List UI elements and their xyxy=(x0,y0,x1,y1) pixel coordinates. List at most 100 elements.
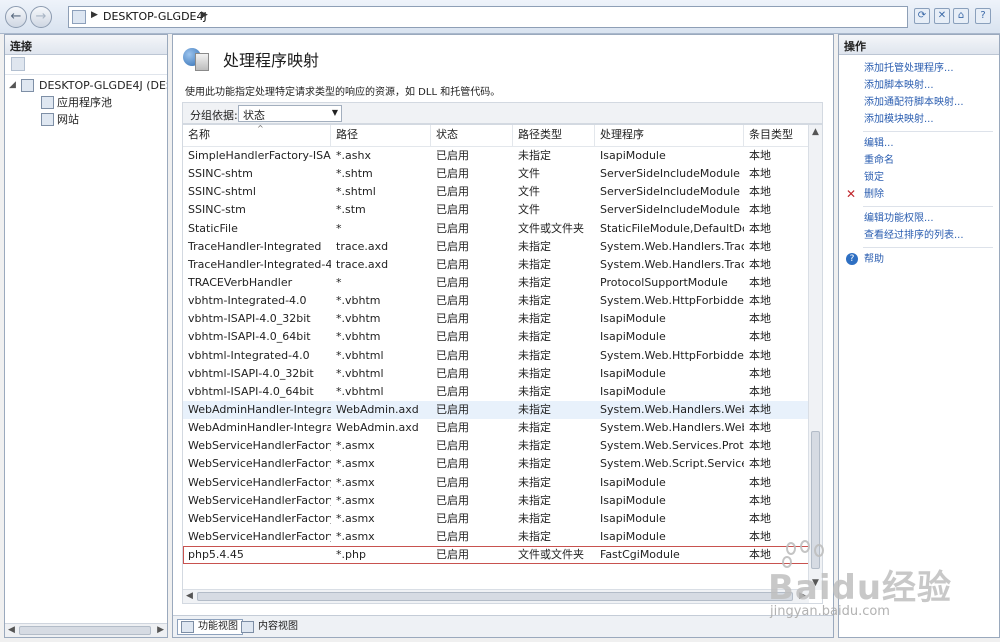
table-row[interactable]: php5.4.45 *.php 已启用 文件或文件夹 FastCgiModule 本地 xyxy=(183,546,809,565)
action-add-wildcard-script-map[interactable]: 添加通配符脚本映射... xyxy=(839,94,999,111)
table-cell: trace.axd xyxy=(336,239,389,253)
table-row[interactable]: SSINC-shtml *.shtml 已启用 文件 ServerSideInclude… xyxy=(183,183,809,201)
action-lock[interactable]: 锁定 xyxy=(839,169,999,186)
tree-item-server[interactable]: ◢ DESKTOP-GLGDE4J (DESKT xyxy=(5,77,167,94)
table-row[interactable]: WebAdminHandler-Integrat... WebAdmin.axd 已… xyxy=(183,419,809,437)
table-row[interactable]: WebServiceHandlerFactory-... *.asmx 已启用 未指定… xyxy=(183,474,809,492)
table-cell: TraceHandler-Integrated-4.0 xyxy=(188,257,331,271)
table-row[interactable]: SSINC-stm *.stm 已启用 文件 ServerSideIncludeModu… xyxy=(183,201,809,219)
table-cell: *.ashx xyxy=(336,149,371,162)
group-by-value: 状态 xyxy=(243,109,265,122)
action-edit-feature-permissions[interactable]: 编辑功能权限... xyxy=(839,210,999,227)
table-cell: 已启用 xyxy=(436,475,469,489)
table-cell: vbhtm-ISAPI-4.0_32bit xyxy=(188,312,311,326)
table-cell: *.stm xyxy=(336,203,366,217)
scroll-up-icon[interactable]: ▲ xyxy=(812,127,819,137)
action-edit[interactable]: 编辑... xyxy=(839,135,999,152)
table-row[interactable]: WebAdminHandler-Integrat... WebAdmin.axd 已… xyxy=(183,400,809,420)
table-cell: 本地 xyxy=(749,457,771,471)
table-row[interactable]: vbhtml-ISAPI-4.0_32bit *.vbhtml 已启用 未指定 Isap… xyxy=(183,365,809,383)
horizontal-scrollbar[interactable]: ◀ ▶ xyxy=(5,623,167,637)
table-row[interactable]: TraceHandler-Integrated-4.0 trace.axd 已启用 未… xyxy=(183,256,809,274)
action-delete[interactable]: ✕ 删除 xyxy=(839,186,999,203)
table-cell: 未指定 xyxy=(518,402,551,416)
refresh-icon[interactable]: ⟳ xyxy=(914,8,930,24)
column-header-handler[interactable]: 处理程序 xyxy=(595,125,744,147)
server-icon xyxy=(21,79,34,92)
table-cell: 未指定 xyxy=(518,421,551,435)
back-button[interactable]: ← xyxy=(5,6,27,28)
action-add-module-mapping[interactable]: 添加模块映射... xyxy=(839,111,999,128)
tree-item-sites[interactable]: 网站 xyxy=(5,111,167,128)
table-cell: trace.axd xyxy=(336,257,389,271)
table-cell: 已启用 xyxy=(436,348,469,362)
tree-item-label: 应用程序池 xyxy=(57,96,112,109)
breadcrumb-server[interactable]: DESKTOP-GLGDE4J xyxy=(103,10,207,23)
features-view-tab[interactable]: 功能视图 xyxy=(177,619,243,635)
actions-title: 操作 xyxy=(839,35,999,55)
home-icon[interactable]: ⌂ xyxy=(953,8,969,24)
table-cell: System.Web.Handlers.Web... xyxy=(600,421,744,435)
table-row[interactable]: vbhtm-Integrated-4.0 *.vbhtm 已启用 未指定 System.… xyxy=(183,292,809,310)
table-row[interactable]: StaticFile * 已启用 文件或文件夹 StaticFileModule,Def… xyxy=(183,220,809,238)
scroll-right-icon[interactable]: ▶ xyxy=(157,625,164,635)
table-row[interactable]: SimpleHandlerFactory-ISAP... *.ashx 已启用 未指定… xyxy=(183,147,809,165)
column-header-entry-type[interactable]: 条目类型 xyxy=(744,125,809,147)
content-view-tab[interactable]: 内容视图 xyxy=(237,619,303,635)
table-row[interactable]: WebServiceHandlerFactory-... *.asmx 已启用 未指定… xyxy=(183,437,809,455)
table-cell: IsapiModule xyxy=(600,312,666,326)
table-row[interactable]: TRACEVerbHandler * 已启用 未指定 ProtocolSupportMo… xyxy=(183,274,809,292)
column-header-path-type[interactable]: 路径类型 xyxy=(513,125,595,147)
action-add-script-map[interactable]: 添加脚本映射... xyxy=(839,77,999,94)
action-rename[interactable]: 重命名 xyxy=(839,152,999,169)
column-header-state[interactable]: 状态 xyxy=(431,125,513,147)
scroll-thumb[interactable] xyxy=(197,592,793,601)
forward-button[interactable]: → xyxy=(30,6,52,28)
table-cell: 文件 xyxy=(518,203,540,217)
address-bar[interactable]: ▶ DESKTOP-GLGDE4J ▶ xyxy=(68,6,908,28)
scroll-left-icon[interactable]: ◀ xyxy=(8,625,15,635)
table-row[interactable]: WebServiceHandlerFactory-... *.asmx 已启用 未指定… xyxy=(183,528,809,546)
table-cell: 已启用 xyxy=(436,366,469,380)
table-row[interactable]: vbhtml-ISAPI-4.0_64bit *.vbhtml 已启用 未指定 Isap… xyxy=(183,383,809,401)
horizontal-scrollbar[interactable]: ◀ ▶ xyxy=(183,589,809,603)
action-help[interactable]: ? 帮助 xyxy=(839,251,999,268)
table-cell: *.asmx xyxy=(336,493,375,507)
tree-item-app-pools[interactable]: 应用程序池 xyxy=(5,94,167,111)
vertical-scrollbar[interactable]: ▲ ▼ xyxy=(808,125,822,590)
action-add-managed-handler[interactable]: 添加托管处理程序... xyxy=(839,60,999,77)
action-view-ordered-list[interactable]: 查看经过排序的列表... xyxy=(839,227,999,244)
stop-icon[interactable]: ✕ xyxy=(934,8,950,24)
table-row[interactable]: vbhtm-ISAPI-4.0_32bit *.vbhtm 已启用 未指定 IsapiM… xyxy=(183,310,809,328)
address-bar-area: ← → ▶ DESKTOP-GLGDE4J ▶ ⟳ ✕ ⌂ ? xyxy=(0,0,1000,34)
table-row[interactable]: SSINC-shtm *.shtm 已启用 文件 ServerSideIncludeMo… xyxy=(183,165,809,183)
group-by-select[interactable]: 状态 ▼ xyxy=(238,105,342,122)
scroll-thumb[interactable] xyxy=(19,626,151,635)
scroll-right-icon[interactable]: ▶ xyxy=(799,591,806,601)
table-row[interactable]: WebServiceHandlerFactory-... *.asmx 已启用 未指定… xyxy=(183,510,809,528)
table-cell: *.php xyxy=(336,548,366,562)
content-view-label: 内容视图 xyxy=(258,621,298,632)
table-row[interactable]: vbhtm-ISAPI-4.0_64bit *.vbhtm 已启用 未指定 IsapiM… xyxy=(183,328,809,346)
help-menu-icon[interactable]: ? xyxy=(975,8,991,24)
table-cell: System.Web.Handlers.Web... xyxy=(600,402,744,416)
action-help-label: 帮助 xyxy=(864,254,884,265)
scroll-thumb[interactable] xyxy=(811,431,820,569)
table-cell: 文件 xyxy=(518,167,540,181)
column-header-name[interactable]: ^ 名称 xyxy=(183,125,331,147)
table-cell: php5.4.45 xyxy=(188,548,244,562)
column-header-path[interactable]: 路径 xyxy=(331,125,431,147)
table-cell: 未指定 xyxy=(518,239,551,253)
table-cell: 已启用 xyxy=(436,384,469,398)
help-icon: ? xyxy=(846,253,858,265)
scroll-left-icon[interactable]: ◀ xyxy=(186,591,193,601)
table-row[interactable]: WebServiceHandlerFactory-... *.asmx 已启用 未指定… xyxy=(183,455,809,473)
table-row[interactable]: TraceHandler-Integrated trace.axd 已启用 未指定 Sy… xyxy=(183,238,809,256)
table-row[interactable]: vbhtml-Integrated-4.0 *.vbhtml 已启用 未指定 Syste… xyxy=(183,347,809,365)
table-cell: System.Web.Script.Services... xyxy=(600,457,744,471)
table-row[interactable]: WebServiceHandlerFactory-... *.asmx 已启用 未指定… xyxy=(183,492,809,510)
connect-icon[interactable] xyxy=(11,57,25,71)
collapse-icon[interactable]: ◢ xyxy=(9,77,16,94)
table-cell: IsapiModule xyxy=(600,475,666,489)
scroll-down-icon[interactable]: ▼ xyxy=(812,578,819,588)
